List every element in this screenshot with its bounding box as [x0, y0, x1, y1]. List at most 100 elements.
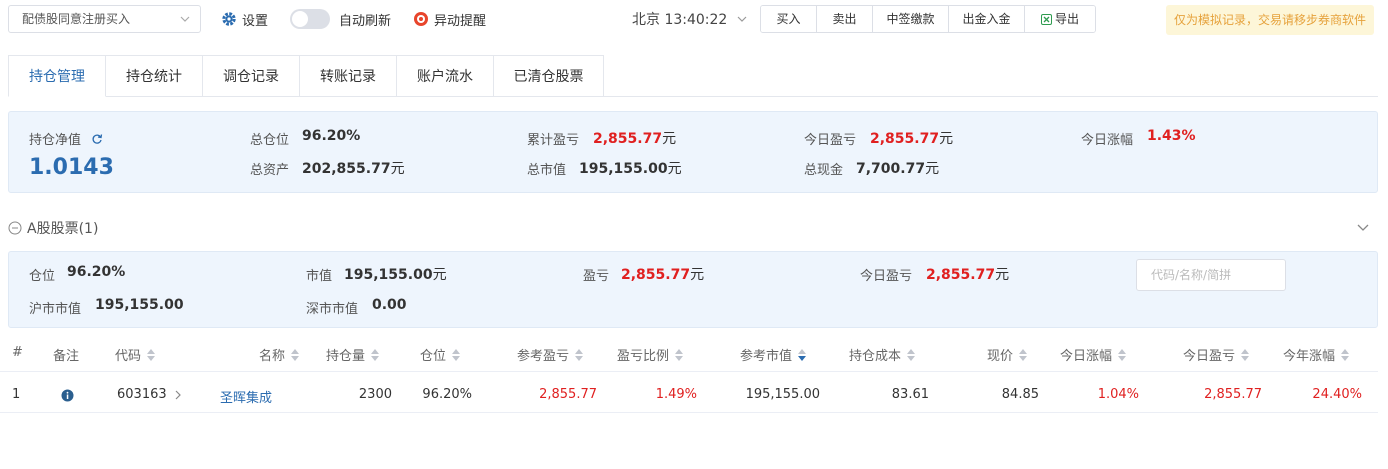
tab-bar: 持仓管理 持仓统计 调仓记录 转账记录 账户流水 已清仓股票: [8, 55, 604, 97]
col-ref-mv-sort[interactable]: 参考市值: [740, 345, 807, 364]
sort-desc-icon: [798, 348, 807, 361]
col-note: 备注: [53, 349, 80, 364]
col-code-sort[interactable]: 代码: [115, 345, 156, 364]
sort-icon: [1118, 348, 1127, 361]
simulation-notice: 仅为模拟记录，交易请移步券商软件: [1166, 5, 1374, 35]
holdings-table-header: # 备注 代码 名称 持仓量 仓位 参考盈亏 盈亏比例 参考市值 持仓成本 现价…: [0, 336, 1378, 372]
preset-select[interactable]: 配债股同意注册买入: [8, 5, 201, 33]
pnl-label: 盈亏: [583, 269, 610, 284]
a-share-section-toggle[interactable]: A股股票(1): [8, 218, 98, 238]
ytd-change: 24.40%: [1312, 387, 1362, 402]
sort-icon: [907, 348, 916, 361]
stock-name-link[interactable]: 圣晖集成: [220, 387, 272, 406]
sort-icon: [291, 348, 300, 361]
auto-refresh-toggle[interactable]: [290, 9, 330, 29]
unit-label: 元: [667, 161, 682, 177]
col-code-label: 代码: [115, 349, 142, 364]
holding-position: 96.20%: [422, 387, 472, 402]
cum-pnl-label: 累计盈亏: [527, 133, 580, 148]
tab-transfer-records[interactable]: 转账记录: [300, 55, 397, 97]
holding-qty: 2300: [358, 387, 392, 402]
lottery-payment-button[interactable]: 中签缴款: [873, 6, 949, 32]
col-ref-pnl-label: 参考盈亏: [517, 349, 570, 364]
total-position-label: 总仓位: [250, 133, 290, 148]
cum-pnl-number: 2,855.77: [593, 131, 663, 147]
chevron-down-icon: [737, 16, 747, 22]
unit-label: 元: [432, 267, 447, 283]
tab-account-flow[interactable]: 账户流水: [397, 55, 494, 97]
table-row: 1 603163 圣晖集成 2300 96.20% 2,855.77 1.49%…: [0, 378, 1378, 413]
col-ytd-change-label: 今年涨幅: [1283, 349, 1336, 364]
sort-icon: [1019, 348, 1028, 361]
sort-icon: [452, 348, 461, 361]
col-price-sort[interactable]: 现价: [987, 345, 1028, 364]
total-cash-value: 7,700.77元: [856, 158, 939, 178]
total-mv-label: 总市值: [527, 163, 567, 178]
col-ref-pnl-sort[interactable]: 参考盈亏: [517, 345, 584, 364]
tab-cleared-stocks[interactable]: 已清仓股票: [494, 55, 604, 97]
col-pos-sort[interactable]: 仓位: [420, 345, 461, 364]
export-button[interactable]: 导出: [1025, 6, 1095, 32]
col-pnl-ratio-label: 盈亏比例: [617, 349, 670, 364]
info-icon[interactable]: [61, 389, 74, 402]
stock-code-link[interactable]: 603163: [117, 387, 182, 402]
today-change-value: 1.43%: [1147, 128, 1196, 144]
col-today-pnl-sort[interactable]: 今日盈亏: [1183, 345, 1250, 364]
summary-panel: 持仓净值 1.0143 总仓位 96.20% 总资产 202,855.77元 累…: [8, 111, 1378, 193]
col-cost-sort[interactable]: 持仓成本: [849, 345, 916, 364]
col-pnl-ratio-sort[interactable]: 盈亏比例: [617, 345, 684, 364]
chevron-down-icon[interactable]: [1357, 223, 1369, 233]
chevron-right-icon: [175, 390, 181, 399]
unit-label: 元: [995, 267, 1010, 283]
mv-number: 195,155.00: [344, 267, 433, 283]
col-ytd-change-sort[interactable]: 今年涨幅: [1283, 345, 1350, 364]
tabs-divider: [604, 96, 1378, 97]
position-label: 仓位: [29, 269, 56, 284]
stats-today-pnl-number: 2,855.77: [926, 267, 996, 283]
stats-today-pnl-label: 今日盈亏: [860, 269, 913, 284]
col-qty-sort[interactable]: 持仓量: [326, 345, 380, 364]
col-price-label: 现价: [987, 349, 1014, 364]
refresh-icon[interactable]: [91, 133, 103, 145]
tab-holdings-stats[interactable]: 持仓统计: [106, 55, 203, 97]
sort-icon: [371, 348, 380, 361]
row-index: 1: [12, 387, 21, 402]
tab-rebalance-records[interactable]: 调仓记录: [203, 55, 300, 97]
sh-mv-value: 195,155.00: [95, 297, 184, 313]
sell-button[interactable]: 卖出: [817, 6, 873, 32]
total-position-value: 96.20%: [302, 128, 361, 144]
tab-holdings-management[interactable]: 持仓管理: [8, 55, 106, 97]
collapse-minus-icon: [8, 221, 22, 235]
today-pnl-value: 2,855.77元: [870, 128, 953, 148]
excel-icon: [1040, 13, 1052, 25]
today-change: 1.04%: [1097, 387, 1139, 402]
clock-text: 北京 13:40:22: [632, 12, 728, 28]
total-mv-value: 195,155.00元: [579, 158, 682, 178]
total-assets-number: 202,855.77: [302, 161, 391, 177]
auto-refresh-text: 自动刷新: [339, 13, 392, 29]
col-qty-label: 持仓量: [326, 349, 366, 364]
auto-refresh-label: 自动刷新: [339, 9, 391, 29]
buy-button[interactable]: 买入: [761, 6, 817, 32]
settings-button[interactable]: 设置: [221, 9, 268, 29]
toolbar: 配债股同意注册买入 设置 自动刷新 异动提醒 北京 13:40:22 买入 卖出…: [0, 0, 1388, 40]
total-assets-value: 202,855.77元: [302, 158, 405, 178]
pnl-number: 2,855.77: [621, 267, 691, 283]
col-today-change-sort[interactable]: 今日涨幅: [1060, 345, 1127, 364]
col-name-sort[interactable]: 名称: [259, 345, 300, 364]
today-pnl-label: 今日盈亏: [804, 133, 857, 148]
sort-icon: [147, 348, 156, 361]
unit-label: 元: [939, 131, 954, 147]
unit-label: 元: [925, 161, 940, 177]
code-search-input[interactable]: [1136, 259, 1286, 291]
alert-button[interactable]: 异动提醒: [413, 9, 486, 29]
today-pnl: 2,855.77: [1204, 387, 1262, 402]
nav-label: 持仓净值: [29, 133, 82, 148]
a-share-stats-panel: 仓位 96.20% 沪市市值 195,155.00 市值 195,155.00元…: [8, 251, 1378, 328]
today-pnl-number: 2,855.77: [870, 131, 940, 147]
clock-dropdown[interactable]: 北京 13:40:22: [632, 9, 747, 29]
fund-transfer-button[interactable]: 出金入金: [949, 6, 1025, 32]
total-cash-number: 7,700.77: [856, 161, 926, 177]
gear-icon: [222, 12, 236, 26]
position-value: 96.20%: [67, 264, 126, 280]
